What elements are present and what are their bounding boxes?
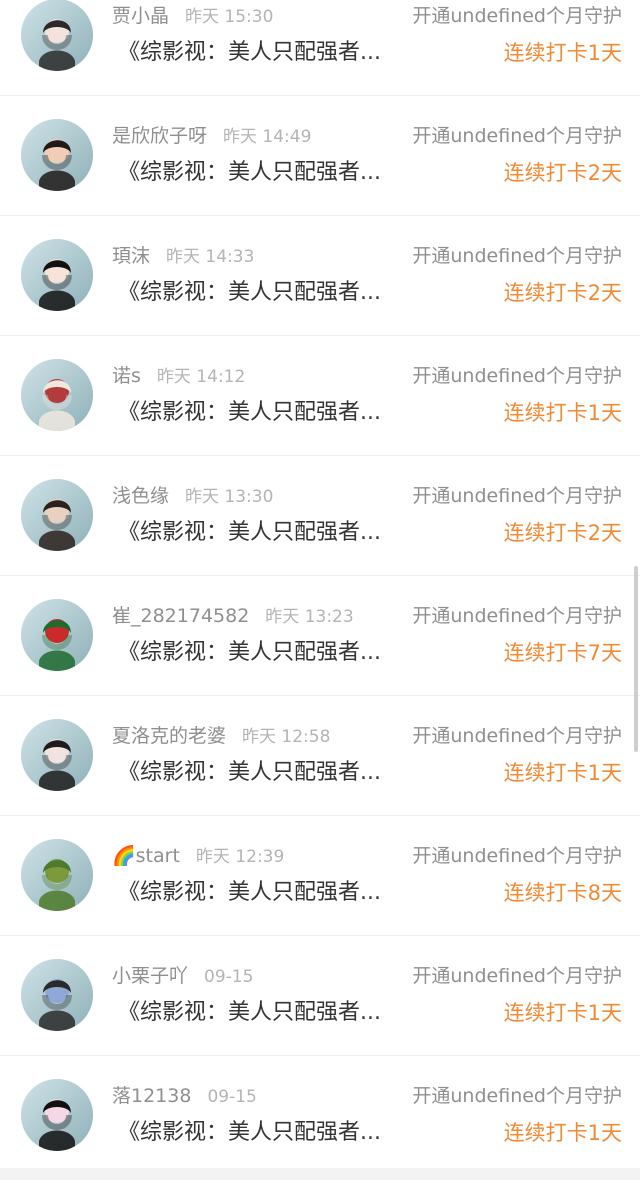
user-name-text[interactable]: 小栗子吖: [112, 965, 188, 987]
avatar[interactable]: [21, 239, 93, 311]
supporter-row[interactable]: 頊沫 昨天 14:33 《综影视：美人只配强者... 开通undefined个月守护连…: [0, 216, 640, 336]
book-title[interactable]: 《综影视：美人只配强者...: [118, 1119, 381, 1147]
supporter-row[interactable]: 🌈start 昨天 12:39 《综影视：美人只配强者... 开通undefined个…: [0, 816, 640, 936]
book-title[interactable]: 《综影视：美人只配强者...: [118, 519, 381, 547]
guard-subscription-text: 开通undefined个月守护: [412, 5, 622, 27]
user-name[interactable]: 诺s 昨天 14:12: [112, 364, 245, 389]
check-in-streak: 连续打卡2天: [503, 161, 622, 185]
book-title[interactable]: 《综影视：美人只配强者...: [118, 39, 381, 67]
avatar[interactable]: [21, 719, 93, 791]
user-name[interactable]: 崔_282174582 昨天 13:23: [112, 604, 354, 629]
supporter-row[interactable]: 浅色缘 昨天 13:30 《综影视：美人只配强者... 开通undefined个月守护…: [0, 456, 640, 576]
check-in-streak: 连续打卡1天: [503, 761, 622, 785]
supporter-row[interactable]: 落12138 09-15 《综影视：美人只配强者... 开通undefined个月守护…: [0, 1056, 640, 1176]
user-name[interactable]: 浅色缘 昨天 13:30: [112, 484, 273, 509]
check-in-streak: 连续打卡1天: [503, 1121, 622, 1145]
supporter-list[interactable]: 贾小晶 昨天 15:30 《综影视：美人只配强者... 开通undefined个月守护…: [0, 0, 640, 1176]
timestamp: 昨天 13:30: [185, 487, 274, 507]
timestamp: 昨天 12:58: [242, 727, 331, 747]
user-name[interactable]: 夏洛克的老婆 昨天 12:58: [112, 724, 330, 749]
book-title[interactable]: 《综影视：美人只配强者...: [118, 999, 381, 1027]
timestamp: 昨天 14:33: [166, 247, 255, 267]
check-in-streak: 连续打卡1天: [503, 1001, 622, 1025]
user-name-text[interactable]: 頊沫: [112, 245, 150, 267]
user-name[interactable]: 小栗子吖 09-15: [112, 964, 253, 989]
user-name-text[interactable]: 🌈start: [112, 845, 180, 867]
avatar[interactable]: [21, 359, 93, 431]
timestamp: 09-15: [204, 967, 254, 987]
user-name-text[interactable]: 崔_282174582: [112, 605, 249, 627]
avatar[interactable]: [21, 479, 93, 551]
user-name-text[interactable]: 诺s: [112, 365, 141, 387]
scrollbar[interactable]: [634, 566, 638, 752]
supporter-row[interactable]: 夏洛克的老婆 昨天 12:58 《综影视：美人只配强者... 开通undefined个…: [0, 696, 640, 816]
user-name-text[interactable]: 浅色缘: [112, 485, 169, 507]
book-title[interactable]: 《综影视：美人只配强者...: [118, 279, 381, 307]
supporter-row[interactable]: 是欣欣子呀 昨天 14:49 《综影视：美人只配强者... 开通undefined个月…: [0, 96, 640, 216]
supporter-row[interactable]: 诺s 昨天 14:12 《综影视：美人只配强者... 开通undefined个月守护连…: [0, 336, 640, 456]
user-name[interactable]: 頊沫 昨天 14:33: [112, 244, 254, 269]
supporters-list-page: 贾小晶 昨天 15:30 《综影视：美人只配强者... 开通undefined个月守护…: [0, 0, 640, 1180]
timestamp: 09-15: [207, 1087, 257, 1107]
user-name-text[interactable]: 落12138: [112, 1085, 191, 1107]
avatar[interactable]: [21, 0, 93, 71]
book-title[interactable]: 《综影视：美人只配强者...: [118, 639, 381, 667]
avatar[interactable]: [21, 959, 93, 1031]
timestamp: 昨天 12:39: [195, 847, 285, 867]
avatar[interactable]: [21, 119, 93, 191]
guard-subscription-text: 开通undefined个月守护: [412, 485, 622, 507]
book-title[interactable]: 《综影视：美人只配强者...: [118, 399, 381, 427]
check-in-streak: 连续打卡2天: [503, 521, 622, 545]
timestamp: 昨天 14:12: [156, 367, 246, 387]
guard-subscription-text: 开通undefined个月守护: [412, 365, 622, 387]
supporter-row[interactable]: 崔_282174582 昨天 13:23 《综影视：美人只配强者... 开通undef…: [0, 576, 640, 696]
bottom-edge: [0, 1168, 640, 1180]
user-name[interactable]: 贾小晶 昨天 15:30: [112, 4, 273, 29]
book-title[interactable]: 《综影视：美人只配强者...: [118, 879, 381, 907]
book-title[interactable]: 《综影视：美人只配强者...: [118, 759, 381, 787]
supporter-row[interactable]: 小栗子吖 09-15 《综影视：美人只配强者... 开通undefined个月守护连续…: [0, 936, 640, 1056]
supporter-row[interactable]: 贾小晶 昨天 15:30 《综影视：美人只配强者... 开通undefined个月守护…: [0, 0, 640, 96]
user-name[interactable]: 是欣欣子呀 昨天 14:49: [112, 124, 311, 149]
check-in-streak: 连续打卡1天: [503, 41, 622, 65]
check-in-streak: 连续打卡7天: [503, 641, 622, 665]
guard-subscription-text: 开通undefined个月守护: [412, 245, 622, 267]
user-name[interactable]: 🌈start 昨天 12:39: [112, 844, 284, 869]
book-title[interactable]: 《综影视：美人只配强者...: [118, 159, 381, 187]
check-in-streak: 连续打卡2天: [503, 281, 622, 305]
guard-subscription-text: 开通undefined个月守护: [412, 1085, 622, 1107]
guard-subscription-text: 开通undefined个月守护: [412, 965, 622, 987]
check-in-streak: 连续打卡8天: [503, 881, 622, 905]
timestamp: 昨天 15:30: [185, 7, 274, 27]
user-name-text[interactable]: 是欣欣子呀: [112, 125, 207, 147]
user-name-text[interactable]: 夏洛克的老婆: [112, 725, 226, 747]
avatar[interactable]: [21, 599, 93, 671]
guard-subscription-text: 开通undefined个月守护: [412, 605, 622, 627]
check-in-streak: 连续打卡1天: [503, 401, 622, 425]
guard-subscription-text: 开通undefined个月守护: [412, 725, 622, 747]
timestamp: 昨天 13:23: [265, 607, 354, 627]
timestamp: 昨天 14:49: [223, 127, 312, 147]
user-name-text[interactable]: 贾小晶: [112, 5, 169, 27]
user-name[interactable]: 落12138 09-15: [112, 1084, 257, 1109]
avatar[interactable]: [21, 1079, 93, 1151]
guard-subscription-text: 开通undefined个月守护: [412, 845, 622, 867]
guard-subscription-text: 开通undefined个月守护: [412, 125, 622, 147]
avatar[interactable]: [21, 839, 93, 911]
